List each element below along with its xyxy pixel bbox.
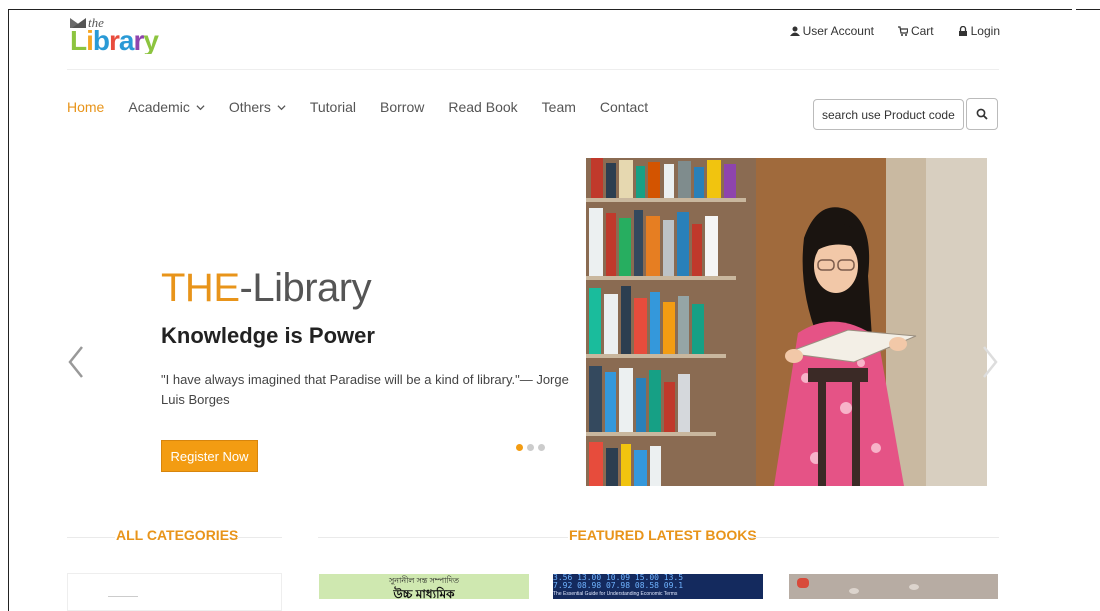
nav-item-home[interactable]: Home — [67, 99, 104, 115]
user-icon — [789, 26, 800, 36]
nav-item-others[interactable]: Others — [229, 99, 286, 115]
chevron-down-icon — [196, 104, 205, 110]
hero-image — [586, 158, 987, 486]
lock-icon — [958, 26, 967, 36]
book-cover[interactable]: 3.56 13.00 10.09 15.00 13.5 7.92 08.98 0… — [553, 574, 763, 599]
section-divider — [67, 537, 115, 538]
nav-item-contact[interactable]: Contact — [600, 99, 648, 115]
carousel-indicators — [516, 444, 545, 451]
nav-item-team[interactable]: Team — [542, 99, 576, 115]
nav-item-tutorial[interactable]: Tutorial — [310, 99, 356, 115]
nav-item-borrow[interactable]: Borrow — [380, 99, 424, 115]
login-label: Login — [970, 24, 1000, 38]
nav-item-read-book[interactable]: Read Book — [448, 99, 517, 115]
book-cover[interactable]: সুনানীল সন্ত সম্পাদিত উচ্চ মাধ্যমিক — [319, 574, 529, 599]
search-button[interactable] — [966, 98, 998, 130]
site-logo[interactable]: the Library — [68, 14, 193, 54]
top-links: User Account Cart Login — [789, 24, 1000, 38]
carousel-next-arrow[interactable] — [980, 345, 1000, 379]
svg-text:Library: Library — [70, 25, 159, 54]
featured-latest-books-title: FEATURED LATEST BOOKS — [569, 527, 757, 543]
user-account-label: User Account — [802, 24, 874, 38]
header-divider — [67, 69, 999, 70]
main-nav: Home Academic Others Tutorial Borrow Rea… — [67, 99, 672, 115]
frame-border — [8, 9, 1072, 10]
section-divider — [749, 537, 999, 538]
frame-border — [1076, 9, 1100, 10]
login-link[interactable]: Login — [958, 24, 1000, 38]
carousel-prev-arrow[interactable] — [66, 345, 86, 379]
hero-title: THE-Library — [161, 266, 372, 310]
all-categories-title: ALL CATEGORIES — [116, 527, 239, 543]
nav-item-academic[interactable]: Academic — [128, 99, 205, 115]
carousel-dot[interactable] — [516, 444, 523, 451]
hero-quote: "I have always imagined that Paradise wi… — [161, 372, 569, 407]
book-cover[interactable] — [789, 574, 998, 599]
hero-subtitle: Knowledge is Power — [161, 323, 375, 348]
section-divider — [318, 537, 568, 538]
chevron-down-icon — [277, 104, 286, 110]
cart-link[interactable]: Cart — [897, 24, 934, 38]
search-input[interactable]: search use Product code — [813, 99, 964, 130]
user-account-link[interactable]: User Account — [789, 24, 874, 38]
search-icon — [976, 108, 988, 120]
register-now-button[interactable]: Register Now — [161, 440, 258, 472]
categories-panel — [67, 573, 282, 611]
carousel-dot[interactable] — [538, 444, 545, 451]
frame-border — [8, 9, 9, 611]
section-divider — [237, 537, 282, 538]
cart-icon — [897, 26, 908, 36]
cart-label: Cart — [910, 24, 934, 38]
carousel-dot[interactable] — [527, 444, 534, 451]
